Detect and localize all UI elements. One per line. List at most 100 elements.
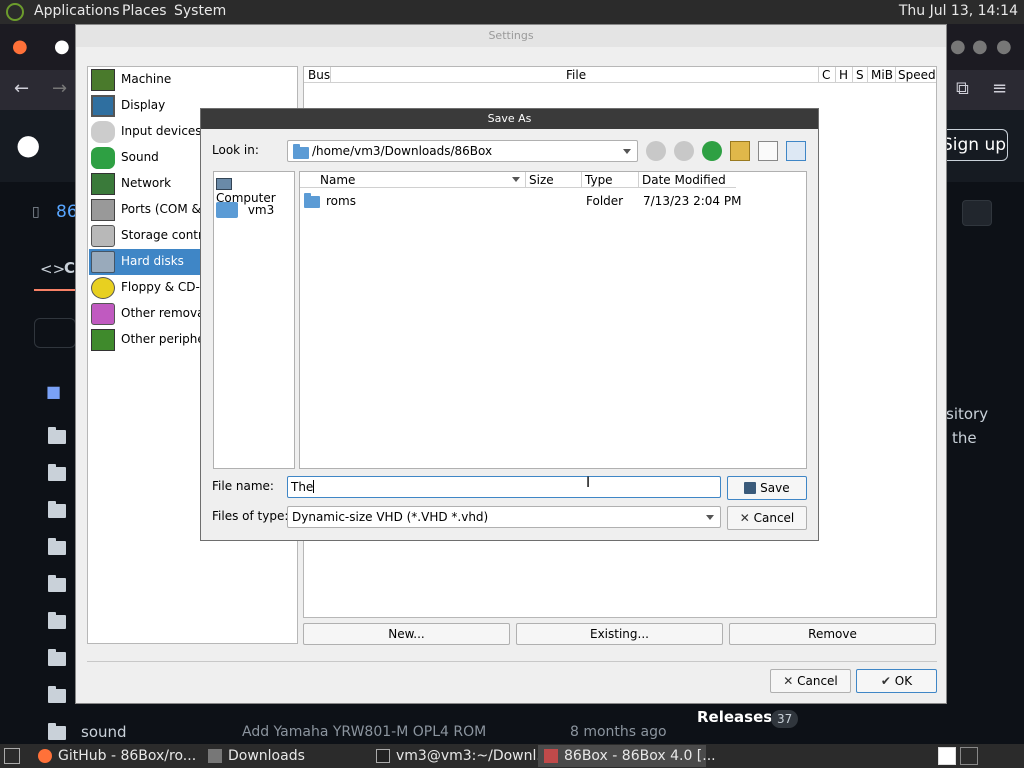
about-text: sitory xyxy=(946,405,989,423)
distro-logo-icon[interactable] xyxy=(6,3,24,21)
folder-icon xyxy=(293,144,309,159)
file-name-link[interactable]: sound xyxy=(81,723,127,741)
remove-disk-button[interactable]: Remove xyxy=(729,623,936,645)
folder-icon xyxy=(48,575,66,592)
commit-message-link[interactable]: Add Yamaha YRW801-M OPL4 ROM xyxy=(242,724,486,740)
files-of-type-combo[interactable]: Dynamic-size VHD (*.VHD *.vhd) xyxy=(287,506,721,528)
sound-icon xyxy=(91,147,115,169)
task-86box[interactable]: 86Box - 86Box 4.0 [... xyxy=(538,745,716,767)
category-label: Machine xyxy=(121,72,172,86)
floppy-cd-icon xyxy=(91,277,115,299)
github-logo-icon[interactable]: ● xyxy=(16,128,40,161)
firefox-icon xyxy=(38,749,52,763)
dialog-cancel-button[interactable]: ✕ Cancel xyxy=(727,506,807,530)
column-size[interactable]: Size xyxy=(529,172,554,188)
save-as-title: Save As xyxy=(201,109,818,129)
taskbar: GitHub - 86Box/ro... Downloads vm3@vm3:~… xyxy=(0,744,1024,768)
file-name: roms xyxy=(326,194,356,208)
detail-view-icon[interactable] xyxy=(786,141,806,161)
settings-cancel-button[interactable]: ✕ Cancel xyxy=(770,669,851,693)
dropdown-button[interactable] xyxy=(962,200,992,226)
save-label: Save xyxy=(760,481,790,495)
floppy-disk-icon xyxy=(744,482,757,494)
existing-disk-button[interactable]: Existing... xyxy=(516,623,723,645)
releases-count-badge: 37 xyxy=(771,710,799,728)
file-list-header: Name Size Type Date Modified xyxy=(300,172,736,188)
places-sidebar: Computer vm3 xyxy=(213,171,295,469)
places-menu[interactable]: Places xyxy=(122,3,167,19)
list-view-icon[interactable] xyxy=(758,141,778,161)
sidebar-item-computer[interactable]: Computer xyxy=(216,177,294,205)
machine-icon xyxy=(91,69,115,91)
branch-button[interactable] xyxy=(34,318,76,348)
tab-code[interactable]: C xyxy=(64,259,75,277)
file-name-input[interactable]: The xyxy=(287,476,721,498)
task-firefox[interactable]: GitHub - 86Box/ro... xyxy=(32,745,197,767)
workspace-switcher-icon[interactable] xyxy=(938,747,956,765)
folder-icon xyxy=(208,749,222,763)
sidebar-item-vm3[interactable]: vm3 xyxy=(216,202,274,218)
tab-underline xyxy=(34,289,76,291)
column-mib[interactable]: MiB xyxy=(871,67,893,83)
column-c[interactable]: C xyxy=(822,67,830,83)
ok-icon: ✔ xyxy=(880,674,891,688)
clock[interactable]: Thu Jul 13, 14:14 xyxy=(899,3,1018,19)
applications-menu[interactable]: Applications xyxy=(34,3,120,19)
hamburger-menu-icon[interactable]: ≡ xyxy=(992,78,1007,99)
column-speed[interactable]: Speed xyxy=(898,67,936,83)
folder-icon xyxy=(304,193,320,208)
look-in-label: Look in: xyxy=(212,143,259,157)
file-list[interactable]: Name Size Type Date Modified roms Folder… xyxy=(299,171,807,469)
sidebar-label: vm3 xyxy=(247,203,275,217)
sign-up-button[interactable]: Sign up xyxy=(940,129,1008,161)
save-button[interactable]: Save xyxy=(727,476,807,500)
new-disk-button[interactable]: New... xyxy=(303,623,510,645)
category-machine[interactable]: Machine xyxy=(89,67,297,93)
column-date-modified[interactable]: Date Modified xyxy=(642,172,726,188)
settings-ok-button[interactable]: ✔ OK xyxy=(856,669,937,693)
repo-icon: ▯ xyxy=(32,204,40,220)
input-devices-icon xyxy=(91,121,115,143)
list-item[interactable]: roms Folder 7/13/23 2:04 PM xyxy=(300,191,806,211)
new-folder-icon[interactable] xyxy=(730,141,750,161)
column-h[interactable]: H xyxy=(839,67,848,83)
network-icon xyxy=(91,173,115,195)
parent-directory-icon[interactable] xyxy=(702,141,722,161)
releases-heading[interactable]: Releases xyxy=(697,708,772,726)
show-desktop-icon[interactable] xyxy=(4,748,20,764)
window-control-icon[interactable]: ● xyxy=(972,36,988,57)
column-s[interactable]: S xyxy=(856,67,864,83)
folder-icon xyxy=(48,649,66,666)
extensions-icon[interactable]: ⧉ xyxy=(956,78,969,99)
task-terminal[interactable]: vm3@vm3:~/Downl... xyxy=(370,745,550,767)
column-bus[interactable]: Bus xyxy=(308,67,330,83)
category-label: Hard disks xyxy=(121,254,184,268)
home-folder-icon xyxy=(216,202,238,218)
window-control-icon[interactable]: ● xyxy=(996,36,1012,57)
text-cursor-icon: I xyxy=(586,475,591,491)
folder-icon xyxy=(48,538,66,555)
forward-icon[interactable]: → xyxy=(52,78,67,99)
system-menu[interactable]: System xyxy=(174,3,226,19)
category-label: Display xyxy=(121,98,166,112)
task-label: GitHub - 86Box/ro... xyxy=(58,748,197,764)
forward-icon[interactable] xyxy=(674,141,694,161)
column-type[interactable]: Type xyxy=(585,172,613,188)
task-downloads[interactable]: Downloads xyxy=(202,745,364,767)
column-file[interactable]: File xyxy=(566,67,586,83)
task-label: Downloads xyxy=(228,748,305,764)
file-date-modified: 7/13/23 2:04 PM xyxy=(643,194,742,208)
look-in-combo[interactable]: /home/vm3/Downloads/86Box xyxy=(287,140,638,162)
back-icon[interactable] xyxy=(646,141,666,161)
window-control-icon[interactable]: ● xyxy=(950,36,966,57)
folder-icon xyxy=(48,612,66,629)
cancel-label: Cancel xyxy=(753,511,795,525)
github-tab-icon[interactable]: ● xyxy=(54,36,70,57)
firefox-icon: ● xyxy=(12,36,28,57)
back-icon[interactable]: ← xyxy=(14,78,29,99)
column-name[interactable]: Name xyxy=(320,172,355,188)
86box-icon xyxy=(544,749,558,763)
workspace-switcher-icon[interactable] xyxy=(960,747,978,765)
files-of-type-label: Files of type: xyxy=(212,509,289,523)
cancel-icon: ✕ xyxy=(783,674,794,688)
